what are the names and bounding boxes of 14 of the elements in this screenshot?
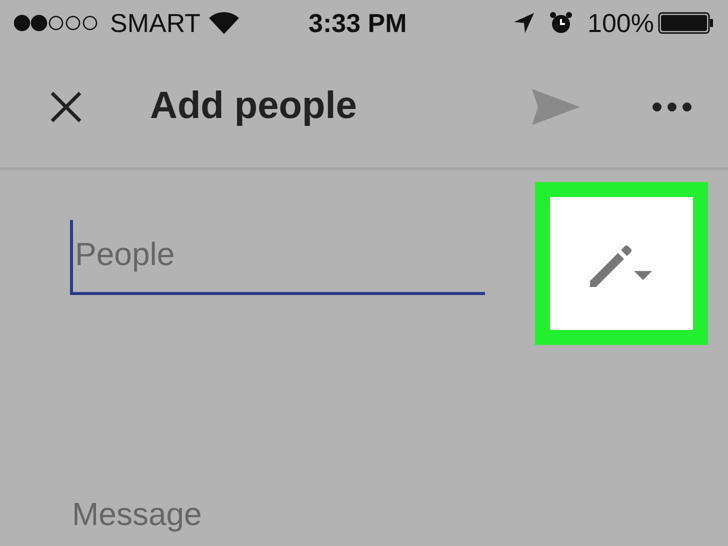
location-icon (514, 13, 534, 33)
wifi-icon (208, 12, 239, 34)
carrier-name: SMART (110, 6, 201, 40)
send-icon (532, 88, 580, 124)
battery-icon (658, 12, 714, 34)
close-icon (50, 90, 82, 122)
battery-percent: 100% (588, 6, 654, 40)
alarm-clock-icon (550, 12, 572, 34)
people-field[interactable]: People (70, 220, 485, 295)
edit-button[interactable] (550, 197, 693, 330)
more-icon (652, 102, 692, 112)
status-time: 3:33 PM (308, 6, 407, 40)
page-title: Add people (150, 84, 357, 129)
message-field[interactable]: Message (72, 490, 472, 538)
